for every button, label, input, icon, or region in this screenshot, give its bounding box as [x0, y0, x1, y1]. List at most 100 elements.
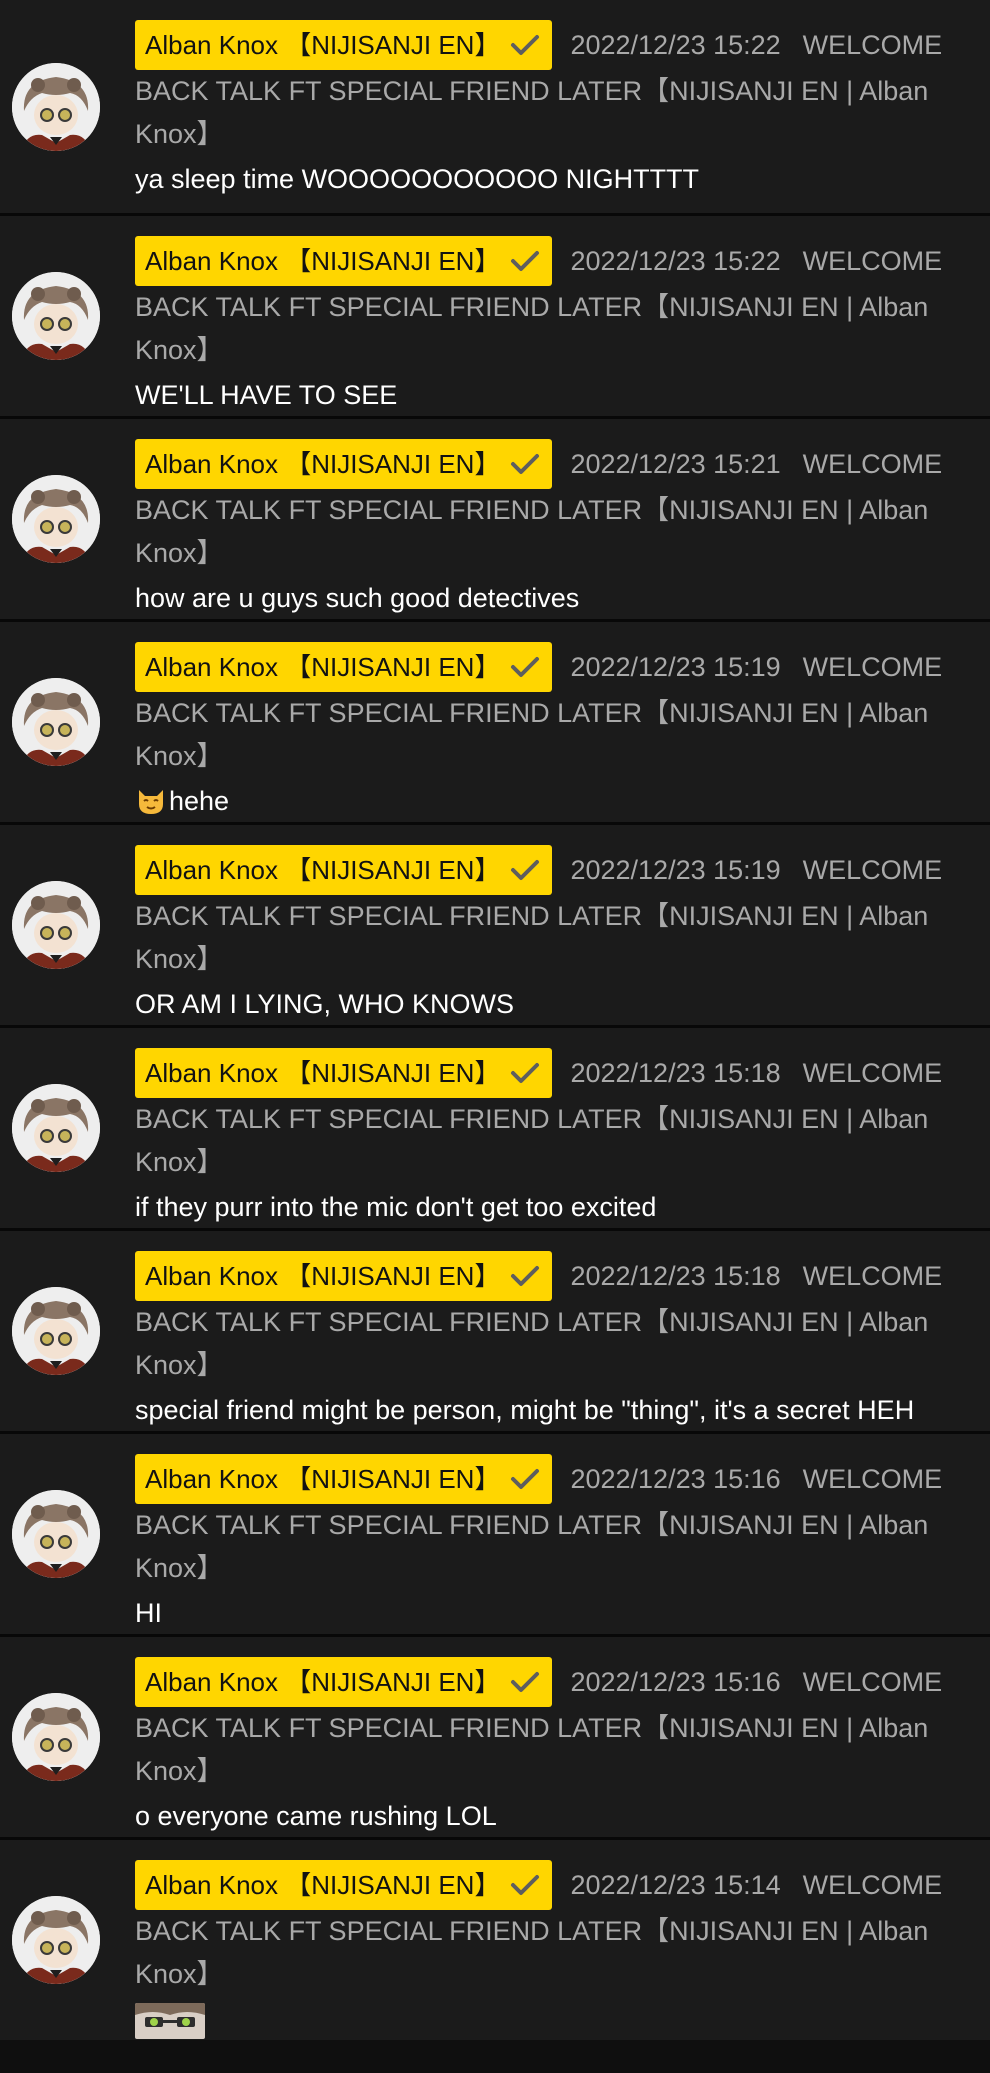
author-name: Alban Knox 【NIJISANJI EN】 [145, 245, 501, 276]
author-name: Alban Knox 【NIJISANJI EN】 [145, 1869, 501, 1900]
avatar-image [12, 1490, 100, 1578]
checkmark-icon [510, 858, 540, 882]
checkmark-icon [510, 1670, 540, 1694]
timestamp: 2022/12/23 15:18 [570, 1261, 781, 1291]
message-content: Alban Knox 【NIJISANJI EN】 2022/12/23 15:… [135, 20, 960, 200]
author-badge[interactable]: Alban Knox 【NIJISANJI EN】 [135, 439, 553, 489]
timestamp: 2022/12/23 15:21 [570, 449, 781, 479]
video-title-line-2: BACK TALK FT SPECIAL FRIEND LATER【NIJISA… [135, 76, 929, 106]
video-title-line-3: Knox】 [135, 1553, 224, 1583]
video-title-line-2: BACK TALK FT SPECIAL FRIEND LATER【NIJISA… [135, 292, 929, 322]
message-header: Alban Knox 【NIJISANJI EN】 2022/12/23 15:… [135, 1657, 960, 1707]
checkmark-icon [510, 1264, 540, 1288]
list-item[interactable]: Alban Knox 【NIJISANJI EN】 2022/12/23 15:… [0, 419, 990, 622]
author-name: Alban Knox 【NIJISANJI EN】 [145, 1260, 501, 1291]
avatar[interactable] [12, 881, 100, 969]
avatar[interactable] [12, 475, 100, 563]
video-title-line-3: Knox】 [135, 741, 224, 771]
author-badge[interactable]: Alban Knox 【NIJISANJI EN】 [135, 1048, 553, 1098]
video-title-line-3: Knox】 [135, 119, 224, 149]
avatar[interactable] [12, 1490, 100, 1578]
author-badge[interactable]: Alban Knox 【NIJISANJI EN】 [135, 1251, 553, 1301]
avatar-image [12, 272, 100, 360]
avatar[interactable] [12, 272, 100, 360]
timestamp: 2022/12/23 15:19 [570, 652, 781, 682]
list-item[interactable]: Alban Knox 【NIJISANJI EN】 2022/12/23 15:… [0, 1840, 990, 2040]
message-feed: Alban Knox 【NIJISANJI EN】 2022/12/23 15:… [0, 0, 990, 2073]
video-title-line-2: BACK TALK FT SPECIAL FRIEND LATER【NIJISA… [135, 698, 929, 728]
avatar[interactable] [12, 62, 100, 151]
avatar-image [12, 1693, 100, 1781]
message-header: Alban Knox 【NIJISANJI EN】 2022/12/23 15:… [135, 439, 960, 489]
author-badge[interactable]: Alban Knox 【NIJISANJI EN】 [135, 1657, 553, 1707]
checkmark-icon [510, 655, 540, 679]
video-title-line-2: BACK TALK FT SPECIAL FRIEND LATER【NIJISA… [135, 1916, 929, 1946]
list-item[interactable]: Alban Knox 【NIJISANJI EN】 2022/12/23 15:… [0, 216, 990, 419]
checkmark-icon [510, 1873, 540, 1897]
message-text: if they purr into the mic don't get too … [135, 1192, 657, 1222]
author-badge[interactable]: Alban Knox 【NIJISANJI EN】 [135, 1454, 553, 1504]
list-item[interactable]: Alban Knox 【NIJISANJI EN】 2022/12/23 15:… [0, 622, 990, 825]
list-item[interactable]: Alban Knox 【NIJISANJI EN】 2022/12/23 15:… [0, 1028, 990, 1231]
message-header: Alban Knox 【NIJISANJI EN】 2022/12/23 15:… [135, 642, 960, 692]
message-content: Alban Knox 【NIJISANJI EN】 2022/12/23 15:… [135, 439, 960, 619]
checkmark-icon [510, 249, 540, 273]
author-badge[interactable]: Alban Knox 【NIJISANJI EN】 [135, 1860, 553, 1910]
message-header: Alban Knox 【NIJISANJI EN】 2022/12/23 15:… [135, 20, 960, 70]
avatar-image [12, 1896, 100, 1984]
message-text: WE'LL HAVE TO SEE [135, 380, 398, 410]
video-title-line-2: BACK TALK FT SPECIAL FRIEND LATER【NIJISA… [135, 1307, 929, 1337]
video-title-line-2: BACK TALK FT SPECIAL FRIEND LATER【NIJISA… [135, 1104, 929, 1134]
author-badge[interactable]: Alban Knox 【NIJISANJI EN】 [135, 20, 553, 70]
author-badge[interactable]: Alban Knox 【NIJISANJI EN】 [135, 845, 553, 895]
list-item[interactable]: Alban Knox 【NIJISANJI EN】 2022/12/23 15:… [0, 1637, 990, 1840]
author-name: Alban Knox 【NIJISANJI EN】 [145, 29, 501, 60]
video-title-start: WELCOME [802, 1870, 943, 1900]
message-content: Alban Knox 【NIJISANJI EN】 2022/12/23 15:… [135, 845, 960, 1025]
author-name: Alban Knox 【NIJISANJI EN】 [145, 1463, 501, 1494]
video-title-start: WELCOME [802, 1058, 943, 1088]
message-sticker-row [135, 1998, 960, 2040]
avatar[interactable] [12, 1084, 100, 1172]
message-content: Alban Knox 【NIJISANJI EN】 2022/12/23 15:… [135, 236, 960, 416]
video-title-line-3: Knox】 [135, 335, 224, 365]
message-header: Alban Knox 【NIJISANJI EN】 2022/12/23 15:… [135, 1860, 960, 1910]
avatar[interactable] [12, 1287, 100, 1375]
video-title-start: WELCOME [802, 30, 943, 60]
video-title-start: WELCOME [802, 1261, 943, 1291]
list-item[interactable]: Alban Knox 【NIJISANJI EN】 2022/12/23 15:… [0, 0, 990, 216]
author-name: Alban Knox 【NIJISANJI EN】 [145, 1666, 501, 1697]
timestamp: 2022/12/23 15:19 [570, 855, 781, 885]
video-title-start: WELCOME [802, 246, 943, 276]
list-item[interactable]: Alban Knox 【NIJISANJI EN】 2022/12/23 15:… [0, 1434, 990, 1637]
message-content: Alban Knox 【NIJISANJI EN】 2022/12/23 15:… [135, 1860, 960, 2040]
message-content: Alban Knox 【NIJISANJI EN】 2022/12/23 15:… [135, 1454, 960, 1634]
avatar[interactable] [12, 1896, 100, 1984]
video-title-line-3: Knox】 [135, 538, 224, 568]
timestamp: 2022/12/23 15:22 [570, 246, 781, 276]
avatar-image [12, 1287, 100, 1375]
author-badge[interactable]: Alban Knox 【NIJISANJI EN】 [135, 642, 553, 692]
author-name: Alban Knox 【NIJISANJI EN】 [145, 1057, 501, 1088]
message-header: Alban Knox 【NIJISANJI EN】 2022/12/23 15:… [135, 845, 960, 895]
avatar-image [12, 475, 100, 563]
timestamp: 2022/12/23 15:16 [570, 1667, 781, 1697]
avatar[interactable] [12, 678, 100, 766]
message-header: Alban Knox 【NIJISANJI EN】 2022/12/23 15:… [135, 236, 960, 286]
message-text: hehe [169, 786, 230, 816]
video-title-line-2: BACK TALK FT SPECIAL FRIEND LATER【NIJISA… [135, 901, 929, 931]
checkmark-icon [510, 1061, 540, 1085]
avatar[interactable] [12, 1693, 100, 1781]
message-header: Alban Knox 【NIJISANJI EN】 2022/12/23 15:… [135, 1048, 960, 1098]
avatar-image [12, 678, 100, 766]
message-text-row: hehe [135, 780, 960, 822]
list-item[interactable]: Alban Knox 【NIJISANJI EN】 2022/12/23 15:… [0, 1231, 990, 1434]
message-text: OR AM I LYING, WHO KNOWS [135, 989, 515, 1019]
timestamp: 2022/12/23 15:14 [570, 1870, 781, 1900]
list-item[interactable]: Alban Knox 【NIJISANJI EN】 2022/12/23 15:… [0, 825, 990, 1028]
avatar-image [12, 1084, 100, 1172]
author-badge[interactable]: Alban Knox 【NIJISANJI EN】 [135, 236, 553, 286]
checkmark-icon [510, 452, 540, 476]
message-text: HI [135, 1598, 162, 1628]
author-name: Alban Knox 【NIJISANJI EN】 [145, 854, 501, 885]
